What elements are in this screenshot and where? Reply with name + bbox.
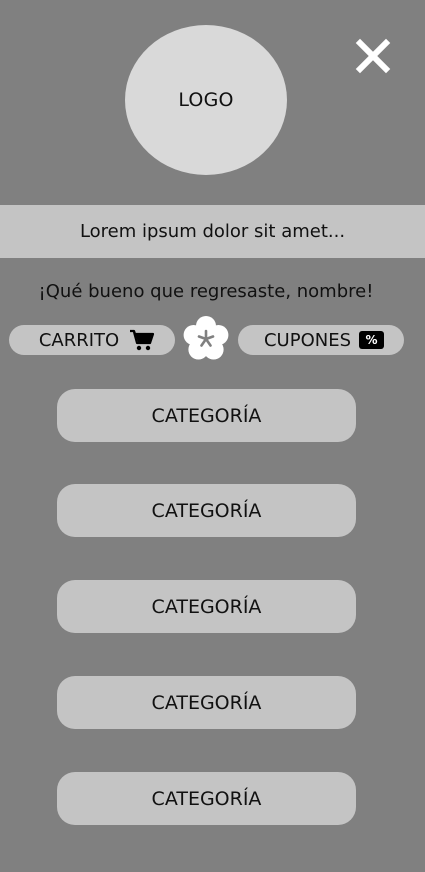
greeting-text: ¡Qué bueno que regresaste, nombre! [38, 281, 374, 302]
category-button[interactable]: CATEGORÍA [57, 676, 356, 729]
category-button[interactable]: CATEGORÍA [57, 772, 356, 825]
category-label: CATEGORÍA [151, 787, 262, 810]
cart-icon [129, 328, 155, 352]
category-button[interactable]: CATEGORÍA [57, 484, 356, 537]
category-button[interactable]: CATEGORÍA [57, 580, 356, 633]
flower-icon [183, 316, 229, 360]
category-label: CATEGORÍA [151, 691, 262, 714]
promo-banner: Lorem ipsum dolor sit amet... [0, 205, 425, 258]
category-label: CATEGORÍA [151, 404, 262, 427]
flower-button[interactable] [182, 315, 230, 363]
percent-icon: % [359, 331, 385, 349]
coupons-button[interactable]: CUPONES % [238, 325, 404, 355]
category-label: CATEGORÍA [151, 499, 262, 522]
close-icon [355, 38, 391, 74]
coupons-label: CUPONES [263, 329, 352, 351]
cart-label: CARRITO [38, 329, 120, 351]
logo: LOGO [125, 25, 287, 175]
logo-text: LOGO [178, 89, 234, 111]
category-label: CATEGORÍA [151, 595, 262, 618]
promo-banner-text: Lorem ipsum dolor sit amet... [79, 221, 346, 242]
category-button[interactable]: CATEGORÍA [57, 389, 356, 442]
close-button[interactable] [355, 38, 391, 74]
cart-button[interactable]: CARRITO [9, 325, 175, 355]
